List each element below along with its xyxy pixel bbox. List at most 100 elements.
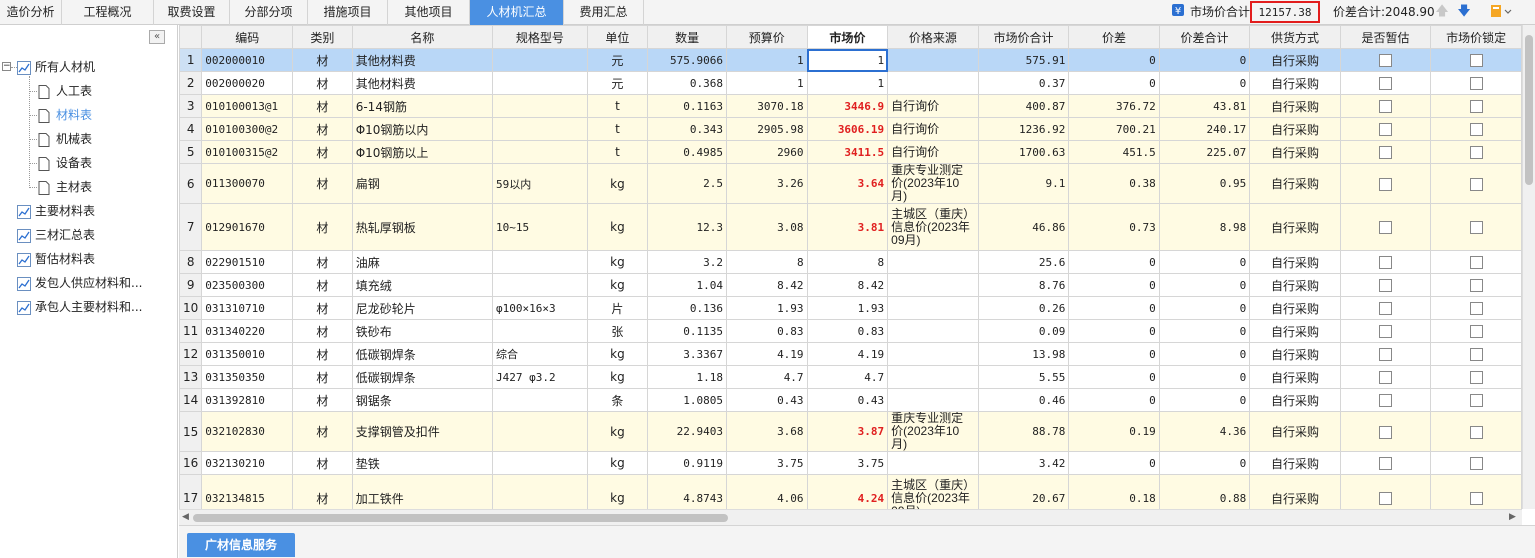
budget-price-header[interactable]: 预算价 xyxy=(725,25,808,49)
name-header[interactable]: 名称 xyxy=(351,25,494,49)
spec-cell[interactable] xyxy=(492,117,588,141)
table-row[interactable]: 6 011300070 材扁钢 59以内 kg 2.5 3.26 3.64 重庆专业测定价(20… xyxy=(179,163,1522,204)
price-source-header[interactable]: 价格来源 xyxy=(887,25,979,49)
category-cell[interactable]: 材 xyxy=(292,296,353,320)
tab-other-items[interactable]: 其他项目 xyxy=(388,0,470,25)
name-cell[interactable]: 尼龙砂轮片 xyxy=(351,296,494,320)
price-diff-header[interactable]: 价差 xyxy=(1068,25,1160,49)
market-price-lock-checkbox[interactable] xyxy=(1469,302,1483,315)
tab-project-overview[interactable]: 工程概况 xyxy=(62,0,154,25)
price-source-cell[interactable] xyxy=(887,319,979,343)
code-cell[interactable]: 032102830 xyxy=(201,411,294,452)
diff-total-cell[interactable]: 0 xyxy=(1158,451,1251,475)
price-diff-cell[interactable]: 451.5 xyxy=(1068,140,1160,164)
unit-cell[interactable]: 元 xyxy=(586,71,649,95)
diff-total-cell[interactable]: 0 xyxy=(1158,319,1251,343)
budget-price-cell[interactable]: 4.19 xyxy=(725,342,808,366)
unit-cell[interactable]: 条 xyxy=(586,388,649,412)
price-source-cell[interactable]: 主城区（重庆）信息价(2023年09月) xyxy=(887,203,979,251)
provisional-header[interactable]: 是否暂估 xyxy=(1339,25,1432,49)
unit-cell[interactable]: kg xyxy=(586,273,649,297)
category-cell[interactable]: 材 xyxy=(292,319,353,343)
category-cell[interactable]: 材 xyxy=(292,388,353,412)
market-total-header[interactable]: 市场价合计 xyxy=(977,25,1070,49)
market-price-cell[interactable]: 3.75 xyxy=(806,451,889,475)
price-source-cell[interactable] xyxy=(887,71,979,95)
market-price-cell[interactable]: 8.42 xyxy=(806,273,889,297)
quantity-header[interactable]: 数量 xyxy=(647,25,727,49)
tab-fee-summary[interactable]: 费用汇总 xyxy=(564,0,644,25)
market-total-cell[interactable]: 0.09 xyxy=(977,319,1070,343)
unit-cell[interactable]: t xyxy=(586,94,649,118)
market-price-lock-checkbox[interactable] xyxy=(1469,425,1483,439)
provisional-checkbox[interactable] xyxy=(1378,54,1392,67)
market-price-lock-checkbox[interactable] xyxy=(1469,348,1483,361)
price-diff-cell[interactable]: 0 xyxy=(1068,319,1160,343)
quantity-cell[interactable]: 0.1163 xyxy=(647,94,727,118)
code-cell[interactable]: 031310710 xyxy=(201,296,294,320)
tab-cost-analysis[interactable]: 造价分析 xyxy=(0,0,62,25)
quantity-cell[interactable]: 2.5 xyxy=(647,163,727,204)
arrow-up-icon[interactable]: 🡅 xyxy=(1434,3,1450,21)
provisional-checkbox[interactable] xyxy=(1378,457,1392,470)
market-price-cell[interactable]: 4.7 xyxy=(806,365,889,389)
diff-total-cell[interactable]: 240.17 xyxy=(1158,117,1251,141)
category-cell[interactable]: 材 xyxy=(292,94,353,118)
diff-total-cell[interactable]: 4.36 xyxy=(1158,411,1251,452)
diff-total-cell[interactable]: 0 xyxy=(1158,388,1251,412)
market-price-cell[interactable]: 0.43 xyxy=(806,388,889,412)
diff-total-cell[interactable]: 0 xyxy=(1158,250,1251,274)
market-total-cell[interactable]: 0.46 xyxy=(977,388,1070,412)
market-price-lock-checkbox[interactable] xyxy=(1469,177,1483,191)
tab-labor-material-machine-summary[interactable]: 人材机汇总 xyxy=(470,0,564,25)
spec-cell[interactable] xyxy=(492,388,588,412)
provisional-checkbox[interactable] xyxy=(1378,348,1392,361)
tab-fee-settings[interactable]: 取费设置 xyxy=(154,0,230,25)
code-cell[interactable]: 012901670 xyxy=(201,203,294,251)
name-cell[interactable]: 扁钢 xyxy=(351,163,494,204)
price-diff-cell[interactable]: 0 xyxy=(1068,273,1160,297)
tree-item-materials[interactable]: 材料表 xyxy=(38,106,92,124)
market-total-cell[interactable]: 1700.63 xyxy=(977,140,1070,164)
name-cell[interactable]: 钢锯条 xyxy=(351,388,494,412)
table-row[interactable]: 7 012901670 材热轧厚钢板 10~15 kg 12.3 3.08 3.81 主城区（重… xyxy=(179,203,1522,251)
spec-cell[interactable] xyxy=(492,71,588,95)
price-diff-cell[interactable]: 0.73 xyxy=(1068,203,1160,251)
name-cell[interactable]: 其他材料费 xyxy=(351,71,494,95)
provisional-checkbox[interactable] xyxy=(1378,177,1392,191)
budget-price-cell[interactable]: 4.06 xyxy=(725,474,808,509)
category-cell[interactable]: 材 xyxy=(292,163,353,204)
spec-cell[interactable] xyxy=(492,474,588,509)
price-diff-cell[interactable]: 0 xyxy=(1068,365,1160,389)
price-source-cell[interactable]: 重庆专业测定价(2023年10月) xyxy=(887,411,979,452)
name-cell[interactable]: Φ10钢筋以上 xyxy=(351,140,494,164)
category-cell[interactable]: 材 xyxy=(292,250,353,274)
price-diff-cell[interactable]: 0.18 xyxy=(1068,474,1160,509)
provisional-checkbox[interactable] xyxy=(1378,371,1392,384)
market-price-lock-checkbox[interactable] xyxy=(1469,123,1483,136)
category-cell[interactable]: 材 xyxy=(292,273,353,297)
code-cell[interactable]: 022901510 xyxy=(201,250,294,274)
price-source-cell[interactable] xyxy=(887,342,979,366)
material-info-service-tab[interactable]: 广材信息服务 xyxy=(187,533,295,557)
supply-method-cell[interactable]: 自行采购 xyxy=(1249,411,1341,452)
category-cell[interactable]: 材 xyxy=(292,203,353,251)
budget-price-cell[interactable]: 8.42 xyxy=(725,273,808,297)
market-total-cell[interactable]: 0.26 xyxy=(977,296,1070,320)
quantity-cell[interactable]: 12.3 xyxy=(647,203,727,251)
provisional-checkbox[interactable] xyxy=(1378,492,1392,505)
row-number-header[interactable] xyxy=(179,25,203,49)
spec-cell[interactable] xyxy=(492,319,588,343)
table-row[interactable]: 17 032134815 材加工铁件 kg 4.8743 4.06 4.24 主城区（重庆）信… xyxy=(179,474,1522,509)
market-total-cell[interactable]: 25.6 xyxy=(977,250,1070,274)
name-cell[interactable]: 低碳钢焊条 xyxy=(351,342,494,366)
name-cell[interactable]: 油麻 xyxy=(351,250,494,274)
table-row[interactable]: 2 002000020 材其他材料费元 0.368 1 1 0.37 0 0 自行采购 xyxy=(179,71,1522,95)
price-diff-cell[interactable]: 0 xyxy=(1068,250,1160,274)
price-diff-cell[interactable]: 700.21 xyxy=(1068,117,1160,141)
supply-method-cell[interactable]: 自行采购 xyxy=(1249,203,1341,251)
budget-price-cell[interactable]: 3.26 xyxy=(725,163,808,204)
price-diff-cell[interactable]: 0.19 xyxy=(1068,411,1160,452)
code-cell[interactable]: 002000010 xyxy=(201,48,294,72)
code-cell[interactable]: 010100315@2 xyxy=(201,140,294,164)
